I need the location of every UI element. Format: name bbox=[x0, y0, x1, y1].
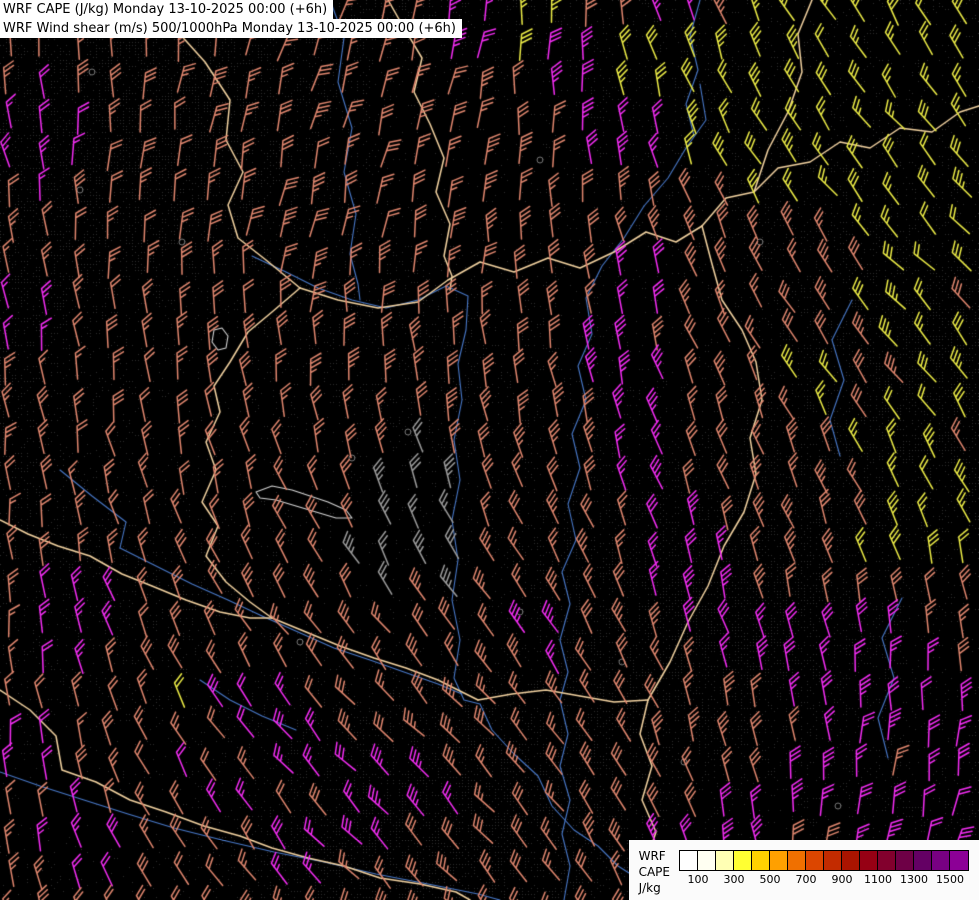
legend-label: WRF CAPE J/kg bbox=[639, 848, 670, 896]
legend-color-cell bbox=[842, 851, 860, 870]
legend-color-cell bbox=[932, 851, 950, 870]
legend-tick-label: 300 bbox=[723, 873, 745, 886]
legend-color-cell bbox=[914, 851, 932, 870]
legend-tick-label: 700 bbox=[795, 873, 817, 886]
legend-label-variable: CAPE bbox=[638, 865, 670, 879]
weather-map: WRF CAPE (J/kg) Monday 13-10-2025 00:00 … bbox=[0, 0, 979, 900]
legend-tick-label: 900 bbox=[831, 873, 853, 886]
legend-tick-label: 1300 bbox=[900, 873, 928, 886]
legend-color-cell bbox=[878, 851, 896, 870]
legend-color-cell bbox=[896, 851, 914, 870]
legend-color-cell bbox=[860, 851, 878, 870]
legend-tick-label: 1100 bbox=[864, 873, 892, 886]
legend-color-cell bbox=[806, 851, 824, 870]
legend-color-cell bbox=[788, 851, 806, 870]
legend-tick-label: 100 bbox=[687, 873, 709, 886]
legend-tick-label: 500 bbox=[759, 873, 781, 886]
legend-colorbar-block: 100 300 500 700 900 1100 1300 1500 bbox=[679, 850, 969, 887]
legend-color-cell bbox=[698, 851, 716, 870]
legend-color-cell bbox=[734, 851, 752, 870]
legend-tick-label: 1500 bbox=[936, 873, 964, 886]
cape-legend: WRF CAPE J/kg 100 300 500 700 900 1100 1300 150… bbox=[628, 840, 979, 900]
legend-color-cell bbox=[824, 851, 842, 870]
legend-tick-row: 100 300 500 700 900 1100 1300 1500 bbox=[679, 871, 969, 887]
title-windshear-line: WRF Wind shear (m/s) 500/1000hPa Monday … bbox=[0, 19, 462, 38]
legend-label-model: WRF bbox=[638, 849, 666, 863]
legend-color-cell bbox=[680, 851, 698, 870]
legend-color-cell bbox=[770, 851, 788, 870]
title-cape-line: WRF CAPE (J/kg) Monday 13-10-2025 00:00 … bbox=[0, 0, 334, 19]
legend-color-cell bbox=[716, 851, 734, 870]
map-canvas bbox=[0, 0, 979, 900]
legend-label-units: J/kg bbox=[638, 881, 661, 895]
legend-color-cell bbox=[950, 851, 968, 870]
forecast-title-block: WRF CAPE (J/kg) Monday 13-10-2025 00:00 … bbox=[0, 0, 462, 38]
legend-color-cell bbox=[752, 851, 770, 870]
legend-colorbar bbox=[679, 850, 969, 871]
